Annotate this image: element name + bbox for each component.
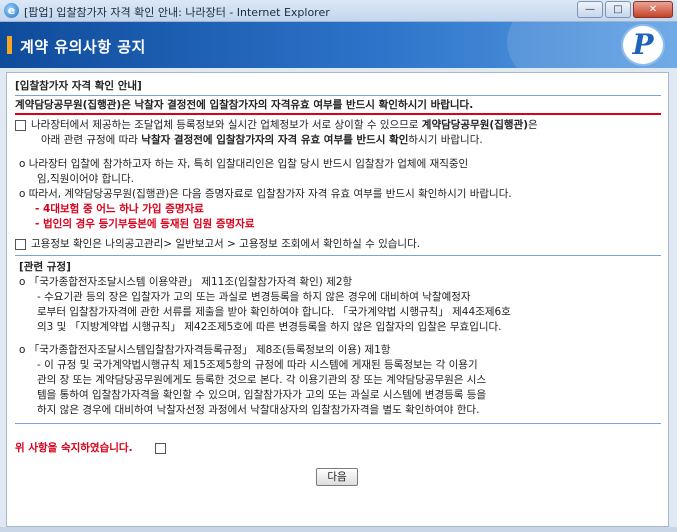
maximize-button[interactable]: □ [605,1,631,18]
header-title: 계약 유의사항 공지 [20,38,146,56]
agree-checkbox[interactable] [155,443,166,454]
next-button[interactable]: 다음 [316,468,358,486]
paragraph-2-line-1: o 나라장터 입찰에 참가하고자 하는 자, 특히 입찰대리인은 입찰 당시 반… [19,158,469,170]
header-accent-bar [7,36,12,54]
text-span: 은 [528,119,538,131]
bullet-square-icon [15,120,26,131]
rule-2-line-1: o 「국가종합전자조달시스템입찰참가자격등록규정」 제8조(등록정보의 이용) … [19,344,391,356]
requirement-item-1: - 4대보험 중 어느 하나 가입 증명자료 [35,203,204,215]
window-titlebar: e [팝업] 입찰참가자 자격 확인 안내: 나라장터 - Internet E… [0,0,677,22]
main-notice: 계약담당공무원(집행관)은 낙찰자 결정전에 입찰참가자의 자격유효 여부를 반… [15,99,474,111]
rule-2-line-5: 하지 않은 경우에 대비하여 낙찰자선정 과정에서 낙찰대상자의 입찰참가자격을… [37,404,480,416]
window-controls: — □ ✕ [577,1,673,18]
text-span: 하시기 바랍니다. [408,134,483,146]
text-span: 낙찰자 결정전에 입찰참가자의 자격 유효 여부를 반드시 확인 [141,134,409,146]
notice-content: [입찰참가자 자격 확인 안내] 계약담당공무원(집행관)은 낙찰자 결정전에 … [6,72,669,527]
red-divider [15,113,661,115]
rule-1-line-2: - 수요기관 등의 장은 입찰자가 고의 또는 과실로 변경등록을 하지 않은 … [37,291,471,303]
rule-1-line-4: 의3 및 「지방계약법 시행규칙」 제42조제5호에 따른 변경등록을 하지 않… [37,321,502,333]
text-span: 나라장터에서 제공하는 조달업체 등록정보와 실시간 업체정보가 서로 상이할 … [31,119,422,131]
window-bottom-border [0,527,677,532]
paragraph-2-line-2: 임,직원이어야 합니다. [37,173,134,185]
pps-logo-icon: P [623,26,663,64]
paragraph-3-line-1: o 따라서, 계약담당공무원(집행관)은 다음 증명자료로 입찰참가자 자격 유… [19,188,512,200]
close-button[interactable]: ✕ [633,1,673,18]
related-rules-title: [관련 규정] [19,261,71,273]
rule-1-line-1: o 「국가종합전자조달시스템 이용약관」 제11조(입찰참가자격 확인) 제2항 [19,276,353,288]
agree-label: 위 사항을 숙지하였습니다. [15,442,133,454]
bullet-square-icon [15,239,26,250]
paragraph-4: 고용정보 확인은 나의공고관리> 일반보고서 > 고용정보 조회에서 확인하실 … [31,238,421,250]
divider [15,423,661,424]
text-span: 아래 관련 규정에 따라 [41,134,142,146]
section-title: [입찰참가자 자격 확인 안내] [15,80,142,92]
divider [15,255,661,256]
popup-header: 계약 유의사항 공지 P [0,22,677,68]
internet-explorer-icon: e [4,3,19,18]
rule-2-line-4: 템을 통하여 입찰참가자격을 확인할 수 있으며, 입찰참가자가 고의 또는 과… [37,389,487,401]
rule-1-line-3: 로부터 입찰참가자격에 관한 서류를 제출을 받아 확인하여야 합니다. 「국가… [37,306,511,318]
divider [15,95,661,96]
rule-2-line-3: 관의 장 또는 계약담당공무원에게도 등록한 것으로 본다. 각 이용기관의 장… [37,374,487,386]
text-span: 계약담당공무원(집행관) [421,119,528,131]
rule-2-line-2: - 이 규정 및 국가계약법시행규칙 제15조제5항의 규정에 따라 시스템에 … [37,359,478,371]
requirement-item-2: - 법인의 경우 등기부등본에 등재된 임원 증명자료 [35,218,255,230]
paragraph-1-line-2: 아래 관련 규정에 따라 낙찰자 결정전에 입찰참가자의 자격 유효 여부를 반… [41,133,483,147]
paragraph-1-line-1: 나라장터에서 제공하는 조달업체 등록정보와 실시간 업체정보가 서로 상이할 … [31,118,538,132]
minimize-button[interactable]: — [577,1,603,18]
window-title: [팝업] 입찰참가자 자격 확인 안내: 나라장터 - Internet Exp… [24,6,330,19]
